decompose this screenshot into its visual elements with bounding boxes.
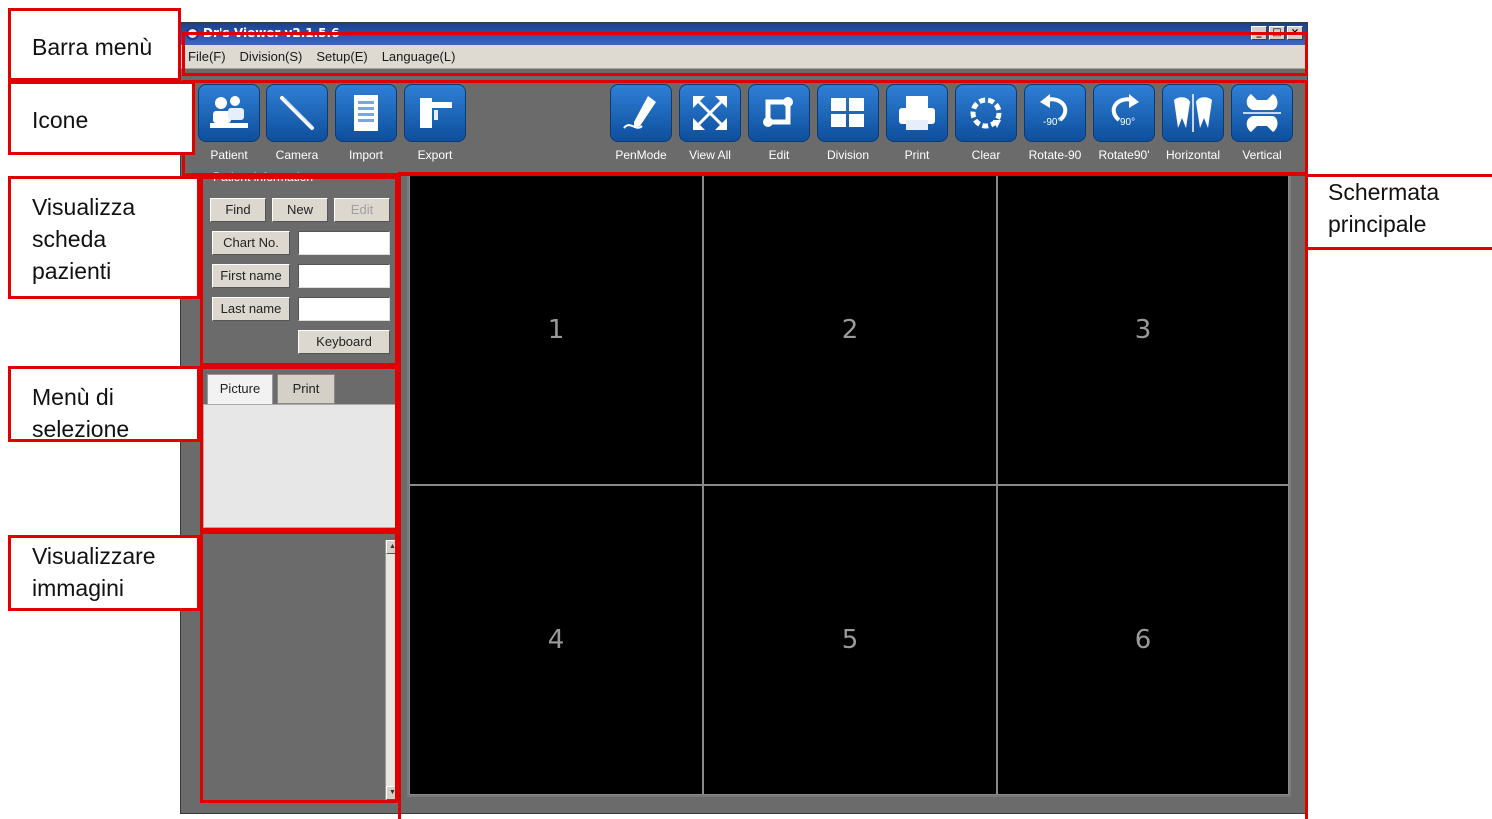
callout-icons: Icone [8, 81, 195, 155]
callout-icons-text: Icone [32, 107, 89, 133]
callout-menu-bar-text: Barra menù [32, 34, 153, 60]
callout-patient-card: Visualizza scheda pazienti [8, 176, 200, 299]
callout-patient-card-line2: scheda [32, 226, 107, 252]
callout-main-screen-line1: Schermata [1328, 179, 1440, 205]
callout-main-screen: Schermata principale [1328, 176, 1439, 240]
callout-images-line1: Visualizzare [32, 543, 156, 569]
images-highlight [200, 531, 398, 803]
callout-images: Visualizzare immagini [8, 535, 200, 611]
callout-patient-card-line3: pazienti [32, 258, 112, 284]
main-screen-highlight [398, 172, 1308, 819]
selection-menu-highlight [200, 366, 398, 531]
callout-patient-card-line1: Visualizza [32, 194, 136, 220]
main-screen-leader-line [1308, 247, 1492, 250]
menu-bar-highlight [182, 32, 1308, 76]
screenshot-stage: Dr's Viewer v2.1.5.6 _ □ × File(F) Divis… [0, 0, 1492, 819]
callout-selection-menu: Menù di selezione [8, 366, 200, 442]
icons-highlight [182, 80, 1308, 176]
callout-menu-bar: Barra menù [8, 8, 181, 81]
callout-selection-menu-line2: selezione [32, 416, 130, 442]
callout-images-line2: immagini [32, 575, 125, 601]
callout-main-screen-line2: principale [1328, 211, 1427, 237]
patient-card-highlight [200, 176, 398, 366]
main-screen-top-line [1308, 174, 1492, 177]
callout-selection-menu-line1: Menù di [32, 384, 114, 410]
